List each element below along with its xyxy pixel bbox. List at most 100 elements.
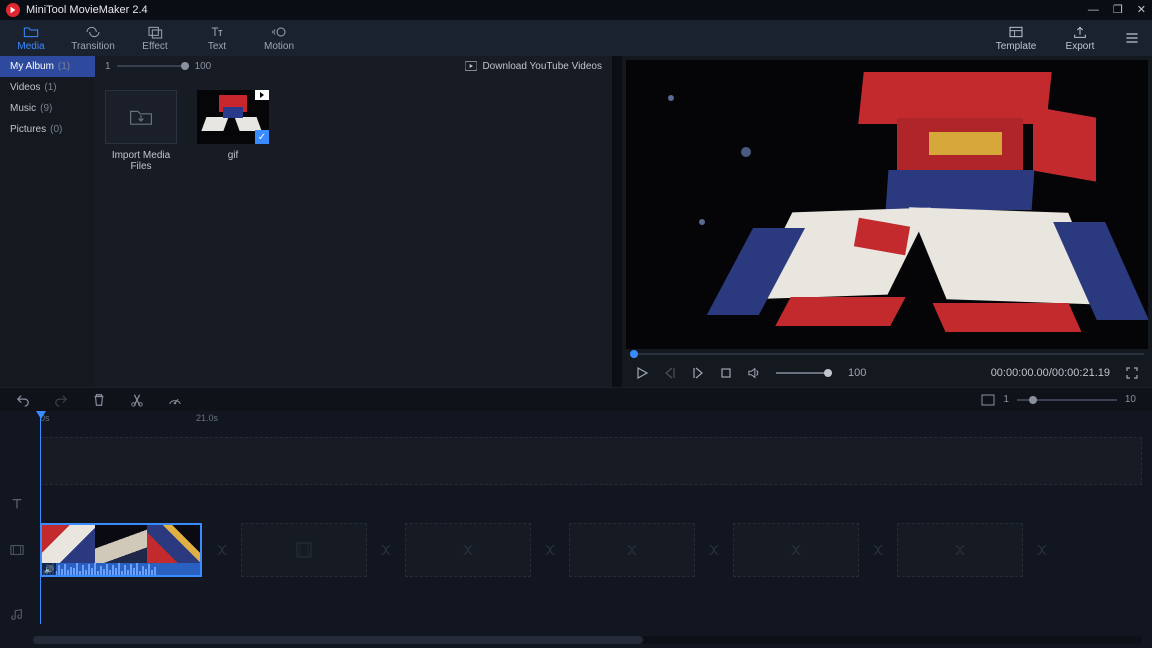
title-bar: MiniTool MovieMaker 2.4 — ❐ ✕: [0, 0, 1152, 20]
media-panel: 1 100 Download YouTube Videos Import Med…: [95, 56, 612, 387]
transition-slot-icon[interactable]: [377, 541, 395, 559]
window-maximize-icon[interactable]: ❐: [1113, 5, 1123, 16]
download-youtube-button[interactable]: Download YouTube Videos: [465, 61, 602, 72]
tab-motion[interactable]: Motion: [248, 20, 310, 56]
preview-timecode: 00:00:00.00/00:00:21.19: [991, 367, 1110, 379]
time-current: 00:00:00.00: [991, 367, 1049, 379]
ruler-mark-1: 21.0s: [196, 413, 218, 423]
timeline-zoom-slider[interactable]: [1017, 399, 1117, 401]
preview-canvas[interactable]: [626, 60, 1148, 349]
template-button[interactable]: Template: [984, 20, 1048, 56]
speed-button[interactable]: [168, 393, 182, 407]
redo-button[interactable]: [54, 393, 68, 407]
text-icon: [209, 25, 225, 39]
sidebar-videos-count: (1): [44, 82, 56, 93]
import-media-button[interactable]: Import Media Files: [105, 90, 177, 172]
empty-video-slot[interactable]: [733, 523, 859, 577]
sidebar-item-pictures[interactable]: Pictures (0): [0, 119, 95, 140]
empty-video-slot[interactable]: [897, 523, 1023, 577]
play-button[interactable]: [636, 367, 648, 379]
music-track-icon: [0, 605, 33, 625]
template-icon: [1008, 25, 1024, 39]
timeline-ruler[interactable]: 0s 21.0s: [0, 411, 1152, 429]
preview-seek-bar[interactable]: [626, 349, 1148, 359]
timeline-zoom-min: 1: [1003, 394, 1009, 405]
media-clip-label: gif: [228, 150, 239, 161]
next-frame-button[interactable]: [692, 367, 704, 379]
transition-slot-icon[interactable]: [705, 541, 723, 559]
transition-icon: [85, 25, 101, 39]
volume-icon[interactable]: [748, 367, 760, 379]
text-track-icon: [0, 491, 33, 517]
sidebar-pictures-count: (0): [50, 124, 62, 135]
tab-media-label: Media: [17, 41, 44, 52]
media-clip-gif[interactable]: ✓ gif: [197, 90, 269, 161]
media-clip-thumbnail[interactable]: ✓: [197, 90, 269, 144]
main-toolbar: Media Transition Effect Text Motion Temp…: [0, 20, 1152, 56]
clip-audio-icon: 🔊: [42, 563, 56, 575]
panel-divider[interactable]: [612, 56, 622, 387]
hamburger-icon: [1124, 30, 1140, 46]
time-total: 00:00:21.19: [1052, 367, 1110, 379]
video-track-icon: [0, 523, 33, 577]
hamburger-menu-button[interactable]: [1112, 20, 1152, 56]
sidebar-videos-label: Videos: [10, 82, 40, 93]
window-minimize-icon[interactable]: —: [1088, 5, 1099, 16]
sidebar-pictures-label: Pictures: [10, 124, 46, 135]
timeline-zoom-max: 10: [1125, 394, 1136, 405]
split-button[interactable]: [130, 393, 144, 407]
youtube-icon: [465, 61, 477, 71]
music-track-lane[interactable]: [33, 605, 1142, 625]
clip-selected-check-icon: ✓: [255, 130, 269, 144]
empty-video-slot[interactable]: [569, 523, 695, 577]
import-media-label: Import Media Files: [105, 150, 177, 172]
tab-media[interactable]: Media: [0, 20, 62, 56]
sidebar-music-count: (9): [40, 103, 52, 114]
sidebar-myalbum-label: My Album: [10, 61, 54, 72]
volume-value: 100: [848, 367, 866, 379]
timeline-toolbar: 1 10: [0, 387, 1152, 411]
sidebar-item-videos[interactable]: Videos (1): [0, 77, 95, 98]
tab-effect-label: Effect: [142, 41, 167, 52]
thumbnail-zoom-slider[interactable]: [117, 65, 189, 67]
sidebar-music-label: Music: [10, 103, 36, 114]
folder-icon: [23, 25, 39, 39]
fullscreen-button[interactable]: [1126, 367, 1138, 379]
window-close-icon[interactable]: ✕: [1137, 5, 1146, 16]
tab-text[interactable]: Text: [186, 20, 248, 56]
transition-slot-icon[interactable]: [869, 541, 887, 559]
volume-slider[interactable]: [776, 372, 832, 374]
fit-zoom-icon[interactable]: [981, 393, 995, 407]
timeline-horizontal-scrollbar[interactable]: [33, 636, 1142, 644]
empty-video-slot[interactable]: [241, 523, 367, 577]
transition-slot-icon[interactable]: [213, 541, 231, 559]
empty-video-slot[interactable]: [405, 523, 531, 577]
media-panel-header: 1 100 Download YouTube Videos: [95, 56, 612, 76]
transition-slot-icon[interactable]: [1033, 541, 1051, 559]
template-label: Template: [996, 41, 1037, 52]
timeline-playhead[interactable]: [40, 411, 41, 624]
timeline[interactable]: 0s 21.0s: [0, 411, 1152, 648]
undo-button[interactable]: [16, 393, 30, 407]
tab-effect[interactable]: Effect: [124, 20, 186, 56]
video-track-lane[interactable]: 🔊: [33, 523, 1142, 577]
tab-transition-label: Transition: [71, 41, 115, 52]
motion-icon: [271, 25, 287, 39]
sidebar-myalbum-count: (1): [58, 61, 70, 72]
thumb-zoom-min: 1: [105, 61, 111, 72]
tab-transition[interactable]: Transition: [62, 20, 124, 56]
sidebar-item-music[interactable]: Music (9): [0, 98, 95, 119]
timeline-clip[interactable]: 🔊: [40, 523, 202, 577]
tab-motion-label: Motion: [264, 41, 294, 52]
app-title: MiniTool MovieMaker 2.4: [26, 4, 148, 16]
transition-slot-icon[interactable]: [541, 541, 559, 559]
export-icon: [1072, 25, 1088, 39]
prev-frame-button[interactable]: [664, 367, 676, 379]
export-button[interactable]: Export: [1048, 20, 1112, 56]
app-logo-icon: [6, 3, 20, 17]
import-folder-icon: [129, 107, 153, 127]
preview-controls: 100 00:00:00.00/00:00:21.19: [626, 359, 1148, 387]
stop-button[interactable]: [720, 367, 732, 379]
sidebar-item-myalbum[interactable]: My Album (1): [0, 56, 95, 77]
delete-button[interactable]: [92, 393, 106, 407]
